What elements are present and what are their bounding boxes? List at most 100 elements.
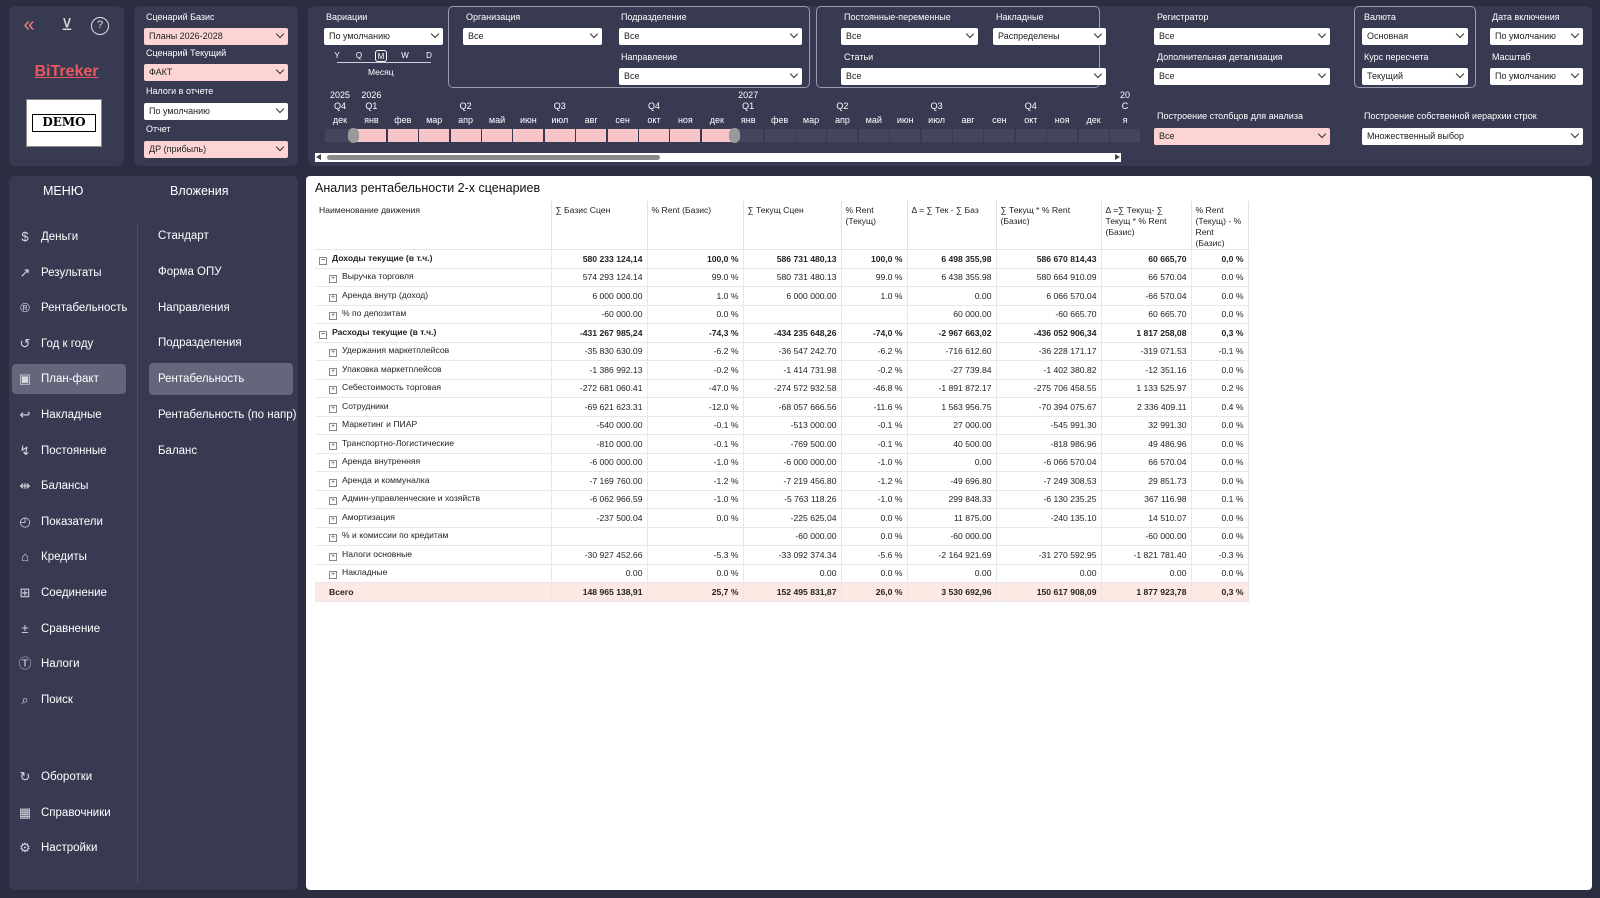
column-header[interactable]: Наименование движения bbox=[315, 201, 552, 250]
expand-icon[interactable]: + bbox=[329, 312, 337, 321]
hierarchy-dropdown[interactable]: Множественный выбор bbox=[1362, 128, 1583, 145]
menu-item-4[interactable]: ▣ План-факт bbox=[12, 364, 126, 395]
expand-icon[interactable]: + bbox=[329, 478, 337, 487]
expand-icon[interactable]: + bbox=[329, 460, 337, 469]
menu-item-11[interactable]: ± Сравнение bbox=[12, 614, 126, 644]
currency-dropdown[interactable]: Основная bbox=[1362, 28, 1468, 45]
menu-item-12[interactable]: Ⓣ Налоги bbox=[12, 649, 126, 679]
timeline-month[interactable]: дек bbox=[1078, 115, 1110, 125]
table-row[interactable]: + Накладные 0.00 0.0 % 0.00 0.0 % 0.00 0.00 0.00… bbox=[315, 564, 1249, 583]
column-header[interactable]: % Rent (Текущ) bbox=[841, 201, 908, 250]
submenu-item-0[interactable]: Стандарт bbox=[149, 220, 293, 252]
granularity-option-y[interactable]: Y bbox=[331, 50, 343, 62]
timeline-cell[interactable] bbox=[953, 129, 984, 142]
table-row[interactable]: + Сотрудники -69 621 623.31 -12.0 % -68 057 … bbox=[315, 397, 1249, 417]
expand-icon[interactable]: + bbox=[329, 515, 337, 524]
expand-icon[interactable]: + bbox=[329, 571, 337, 580]
timeline-month[interactable]: сен bbox=[607, 115, 639, 125]
timeline-month[interactable]: дек bbox=[324, 115, 356, 125]
timeline-cell[interactable] bbox=[701, 129, 733, 142]
table-row[interactable]: + Себестоимость торговая -272 681 060.41 -4… bbox=[315, 379, 1249, 398]
timeline-cell[interactable] bbox=[890, 129, 922, 142]
table-row[interactable]: Всего 148 965 138,91 25,7 % 152 495 831,87 2… bbox=[315, 582, 1249, 602]
rate-dropdown[interactable]: Текущий bbox=[1362, 68, 1468, 85]
menu-item-3[interactable]: ↺ Год к году bbox=[12, 329, 126, 359]
help-icon[interactable]: ? bbox=[91, 17, 109, 35]
detail-dropdown[interactable]: Все bbox=[1154, 68, 1330, 85]
table-row[interactable]: + Админ-управленческие и хозяйств -6 062 9… bbox=[315, 490, 1249, 509]
submenu-item-3[interactable]: Подразделения bbox=[149, 327, 293, 359]
granularity-option-q[interactable]: Q bbox=[353, 50, 365, 62]
timeline-cell[interactable] bbox=[450, 129, 482, 142]
table-row[interactable]: − Расходы текущие (в т.ч.) -431 267 985,24… bbox=[315, 323, 1249, 343]
column-header[interactable]: ∑ Текущ Сцен bbox=[743, 201, 842, 250]
timeline-range-start-handle[interactable] bbox=[348, 128, 360, 143]
menu-item-10[interactable]: ⊞ Соединение bbox=[12, 578, 126, 608]
timeline-cell[interactable] bbox=[1078, 129, 1110, 142]
collapse-icon[interactable]: − bbox=[319, 330, 327, 339]
column-header[interactable]: ∑ Текущ * % Rent (Базис) bbox=[996, 201, 1102, 250]
tax-dropdown[interactable]: По умолчанию bbox=[144, 103, 288, 120]
timeline-month[interactable]: июн bbox=[512, 115, 544, 125]
menu-item-13[interactable]: ⌕ Поиск bbox=[12, 685, 126, 715]
timeline-range-end-handle[interactable] bbox=[729, 128, 741, 143]
menu-item-2[interactable]: ® Рентабельность bbox=[12, 293, 127, 323]
menu-item-7[interactable]: ⇹ Балансы bbox=[12, 471, 126, 501]
timeline-month[interactable]: июн bbox=[889, 115, 921, 125]
timeline-month[interactable]: авг bbox=[575, 115, 607, 125]
timeline-cell[interactable] bbox=[1015, 129, 1047, 142]
registrar-dropdown[interactable]: Все bbox=[1154, 28, 1330, 45]
timeline[interactable]: 2025 2026 2027 20 Q4 Q1 Q2 Q3 Q4 Q1 Q2 Q3 Q4 Cдек янв ф… bbox=[308, 6, 1141, 166]
timeline-month[interactable]: сен bbox=[983, 115, 1015, 125]
timeline-cell[interactable] bbox=[827, 129, 859, 142]
table-row[interactable]: +% и комиссии по кредитам -60 000.00 0.0 %… bbox=[315, 527, 1249, 546]
clear-filter-icon[interactable]: ⊻ bbox=[57, 16, 77, 36]
menu-item-5[interactable]: ↩ Накладные bbox=[12, 400, 126, 430]
submenu-item-5[interactable]: Рентабельность (по напр) bbox=[149, 399, 296, 431]
submenu-item-2[interactable]: Направления bbox=[149, 292, 293, 324]
timeline-cell[interactable] bbox=[639, 129, 670, 142]
expand-icon[interactable]: + bbox=[329, 386, 337, 395]
column-header[interactable]: % Rent (Текущ) - % Rent (Базис) bbox=[1191, 201, 1249, 250]
table-row[interactable]: +% по депозитам -60 000.00 0.0 % 60 000.00-… bbox=[315, 305, 1249, 324]
timeline-cell[interactable] bbox=[1047, 129, 1079, 142]
scroll-left-icon[interactable] bbox=[316, 154, 321, 160]
incl-date-dropdown[interactable]: По умолчанию bbox=[1490, 28, 1583, 45]
timeline-month[interactable]: ноя bbox=[669, 115, 701, 125]
column-header[interactable]: ∑ Базис Сцен bbox=[551, 201, 648, 250]
timeline-month[interactable]: янв bbox=[732, 115, 764, 125]
table-row[interactable]: + Выручка торговля 574 293 124.14 99.0 % 580… bbox=[315, 268, 1249, 287]
timeline-cell[interactable] bbox=[482, 129, 513, 142]
report-table[interactable]: Наименование движения ∑ Базис Сцен% Rent … bbox=[315, 201, 1249, 602]
timeline-month[interactable]: авг bbox=[952, 115, 984, 125]
collapse-icon[interactable]: − bbox=[319, 256, 327, 265]
submenu-item-1[interactable]: Форма ОПУ bbox=[149, 256, 293, 288]
base-scenario-dropdown[interactable]: Планы 2026-2028 bbox=[144, 28, 288, 45]
expand-icon[interactable]: + bbox=[329, 497, 337, 506]
timeline-cell[interactable] bbox=[921, 129, 953, 142]
menu-bottom-item-0[interactable]: ↻ Оборотки bbox=[12, 762, 126, 792]
submenu-item-6[interactable]: Баланс bbox=[149, 435, 293, 467]
timeline-cell[interactable] bbox=[858, 129, 890, 142]
granularity-option-d[interactable]: D bbox=[423, 50, 435, 62]
column-header[interactable]: Δ = ∑ Тек - ∑ Баз bbox=[907, 201, 997, 250]
menu-item-8[interactable]: ◴ Показатели bbox=[12, 507, 126, 537]
column-header[interactable]: % Rent (Базис) bbox=[647, 201, 744, 250]
timeline-month[interactable]: фев bbox=[764, 115, 796, 125]
expand-icon[interactable]: + bbox=[329, 552, 337, 561]
timeline-cell[interactable] bbox=[544, 129, 576, 142]
scrollbar-thumb[interactable] bbox=[327, 155, 660, 160]
timeline-cell[interactable] bbox=[796, 129, 827, 142]
timeline-cell[interactable] bbox=[984, 129, 1016, 142]
timeline-month[interactable]: июл bbox=[544, 115, 576, 125]
timeline-cell[interactable] bbox=[419, 129, 451, 142]
back-icon[interactable]: « bbox=[19, 15, 39, 36]
expand-icon[interactable]: + bbox=[329, 404, 337, 413]
table-row[interactable]: + Аренда внутренняя -6 000 000.00 -1.0 % -6 … bbox=[315, 453, 1249, 472]
menu-item-1[interactable]: ↗ Результаты bbox=[12, 258, 126, 288]
timeline-month[interactable]: ноя bbox=[1046, 115, 1078, 125]
table-row[interactable]: + Удержания маркетплейсов -35 830 630.09 -6… bbox=[315, 342, 1249, 361]
granularity-option-w[interactable]: W bbox=[399, 50, 411, 62]
timeline-month[interactable]: я bbox=[1109, 115, 1141, 125]
column-header[interactable]: Δ =∑ Текущ- ∑ Текущ * % Rent (Базис) bbox=[1101, 201, 1192, 250]
